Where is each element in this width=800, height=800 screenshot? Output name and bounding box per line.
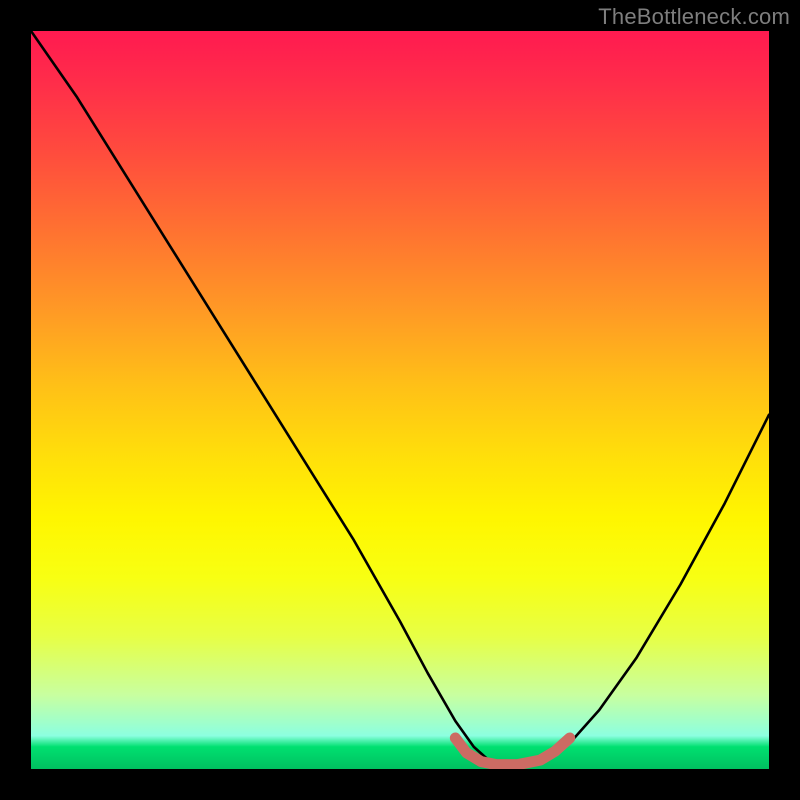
- optimal-range-marker: [31, 31, 769, 769]
- watermark-text: TheBottleneck.com: [598, 4, 790, 30]
- chart-area: [31, 31, 769, 769]
